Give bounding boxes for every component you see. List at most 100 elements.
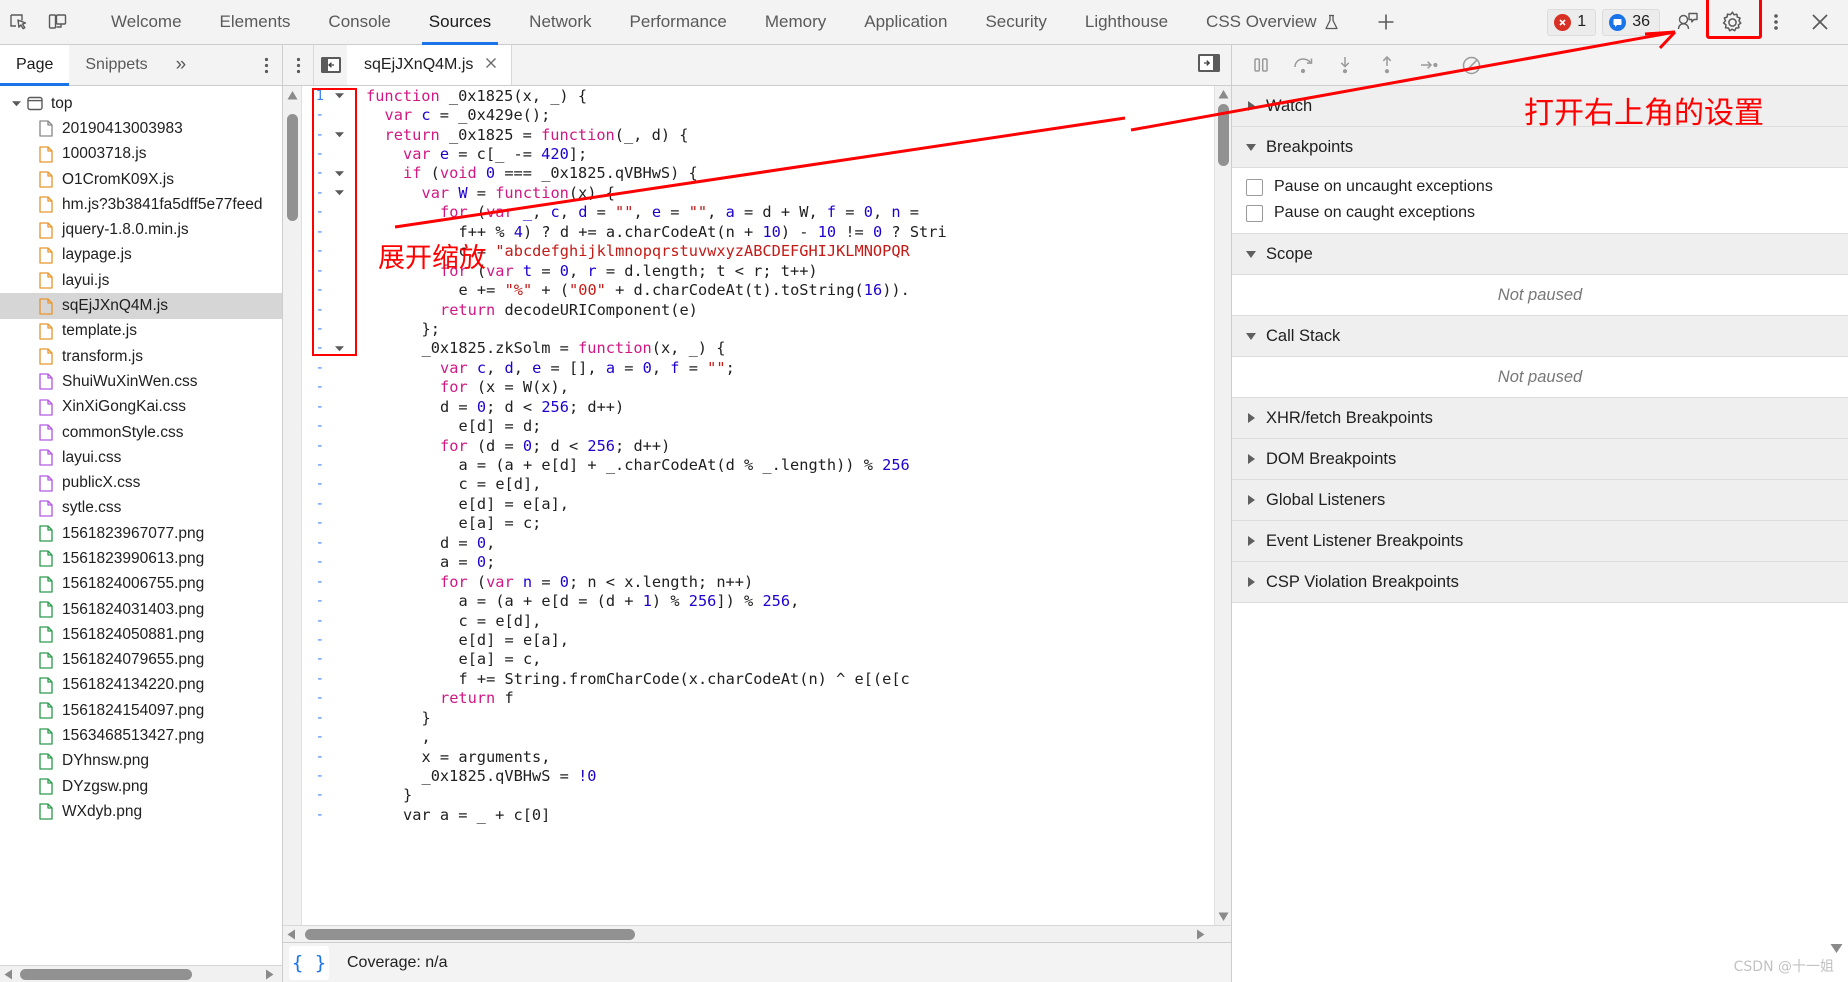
pause-uncaught-checkbox[interactable]	[1246, 178, 1263, 196]
editor-options-kebab-icon[interactable]	[283, 45, 313, 85]
section-breakpoints[interactable]: Breakpoints	[1232, 127, 1848, 168]
editor-vertical-scrollbar[interactable]	[1214, 86, 1231, 925]
tab-console[interactable]: Console	[309, 0, 409, 45]
line-number[interactable]: -	[302, 574, 328, 590]
step-out-icon[interactable]	[1372, 50, 1402, 80]
tree-file-row[interactable]: XinXiGongKai.css	[0, 395, 282, 420]
code-line[interactable]: - return f	[302, 689, 1231, 708]
line-number[interactable]: -	[302, 496, 328, 512]
tree-file-row[interactable]: O1CromK09X.js	[0, 167, 282, 192]
pause-caught-checkbox[interactable]	[1246, 204, 1263, 222]
fold-triangle-icon[interactable]	[328, 187, 350, 198]
code-line[interactable]: -}	[302, 786, 1231, 805]
code-line[interactable]: - var c = _0x429e();	[302, 105, 1231, 124]
line-number[interactable]: -	[302, 224, 328, 240]
line-number[interactable]: -	[302, 807, 328, 823]
settings-gear-icon[interactable]	[1712, 2, 1752, 42]
line-number[interactable]: -	[302, 613, 328, 629]
tree-file-row[interactable]: 20190413003983	[0, 116, 282, 141]
step-over-icon[interactable]	[1288, 50, 1318, 80]
tab-application[interactable]: Application	[845, 0, 966, 45]
show-navigator-icon[interactable]	[313, 45, 347, 85]
code-line[interactable]: - for (var _, c, d = "", e = "", a = d + …	[302, 203, 1231, 222]
line-number[interactable]: -	[302, 710, 328, 726]
line-number[interactable]: -	[302, 768, 328, 784]
console-sidebar-icon[interactable]	[1668, 2, 1708, 42]
tree-file-row[interactable]: 1563468513427.png	[0, 723, 282, 748]
file-tree[interactable]: top 20190413003983 10003718.js O1CromK09X.…	[0, 86, 282, 965]
more-options-kebab-icon[interactable]	[1756, 2, 1796, 42]
code-line[interactable]: - e += "%" + ("00" + d.charCodeAt(t).toSt…	[302, 280, 1231, 299]
code-editor[interactable]: 1 function _0x1825(x, _) {- var c = _0x429…	[283, 86, 1231, 942]
tab-css-overview[interactable]: CSS Overview	[1187, 0, 1358, 45]
line-number[interactable]: -	[302, 476, 328, 492]
tree-file-row[interactable]: 10003718.js	[0, 142, 282, 167]
code-line[interactable]: - e[a] = c,	[302, 650, 1231, 669]
step-into-icon[interactable]	[1330, 50, 1360, 80]
tree-file-row[interactable]: laypage.js	[0, 243, 282, 268]
section-xhr-fetch-breakpoints[interactable]: XHR/fetch Breakpoints	[1232, 398, 1848, 439]
pause-caught-row[interactable]: Pause on caught exceptions	[1232, 200, 1848, 226]
line-number[interactable]: -	[302, 127, 328, 143]
tree-file-row[interactable]: layui.js	[0, 268, 282, 293]
tree-file-row[interactable]: transform.js	[0, 344, 282, 369]
code-line[interactable]: - e[a] = c;	[302, 514, 1231, 533]
tree-file-row[interactable]: 1561823990613.png	[0, 546, 282, 571]
code-line[interactable]: - var e = c[_ -= 420];	[302, 144, 1231, 163]
code-scroll-thumb[interactable]	[1218, 104, 1229, 166]
inspect-element-icon[interactable]	[0, 4, 38, 40]
line-number[interactable]: -	[302, 651, 328, 667]
line-number[interactable]: -	[302, 690, 328, 706]
code-line[interactable]: - var W = function(x) {	[302, 183, 1231, 202]
fold-triangle-icon[interactable]	[328, 90, 350, 101]
line-number[interactable]: -	[302, 418, 328, 434]
code-line[interactable]: - e[d] = e[a],	[302, 630, 1231, 649]
popout-editor-icon[interactable]	[1197, 53, 1221, 78]
line-number[interactable]: -	[302, 593, 328, 609]
tree-file-row[interactable]: sqEjJXnQ4M.js	[0, 293, 282, 319]
tab-lighthouse[interactable]: Lighthouse	[1066, 0, 1187, 45]
code-scroll-right-icon[interactable]	[1192, 928, 1209, 941]
tree-file-row[interactable]: DYzgsw.png	[0, 774, 282, 799]
tree-file-row[interactable]: layui.css	[0, 445, 282, 470]
deactivate-breakpoints-icon[interactable]	[1456, 50, 1486, 80]
code-line[interactable]: - if (void 0 === _0x1825.qVBHwS) {	[302, 164, 1231, 183]
code-scroll-down-icon[interactable]	[1215, 908, 1231, 925]
fold-triangle-icon[interactable]	[328, 129, 350, 140]
pause-script-execution-icon[interactable]	[1246, 50, 1276, 80]
code-line[interactable]: - var c, d, e = [], a = 0, f = "";	[302, 358, 1231, 377]
tree-file-row[interactable]: ShuiWuXinWen.css	[0, 369, 282, 394]
line-number[interactable]: -	[302, 671, 328, 687]
code-line[interactable]: - d = 0,	[302, 533, 1231, 552]
code-line[interactable]: - a = (a + e[d = (d + 1) % 256]) % 256,	[302, 591, 1231, 610]
tree-root-top[interactable]: top	[0, 91, 282, 116]
code-line[interactable]: - return _0x1825 = function(_, d) {	[302, 125, 1231, 144]
line-number[interactable]: -	[302, 515, 328, 531]
line-number[interactable]: -	[302, 282, 328, 298]
section-scope[interactable]: Scope	[1232, 234, 1848, 275]
tree-file-row[interactable]: template.js	[0, 319, 282, 344]
code-line[interactable]: - _0x1825.zkSolm = function(x, _) {	[302, 339, 1231, 358]
error-count-chip[interactable]: 1	[1547, 8, 1597, 36]
tree-file-row[interactable]: 1561824134220.png	[0, 673, 282, 698]
tree-file-row[interactable]: jquery-1.8.0.min.js	[0, 217, 282, 242]
code-line[interactable]: - _0x1825.qVBHwS = !0	[302, 766, 1231, 785]
code-line[interactable]: - for (x = W(x),	[302, 378, 1231, 397]
section-event-listener-breakpoints[interactable]: Event Listener Breakpoints	[1232, 521, 1848, 562]
line-number[interactable]: -	[302, 379, 328, 395]
tree-file-row[interactable]: sytle.css	[0, 496, 282, 521]
tree-file-row[interactable]: WXdyb.png	[0, 799, 282, 824]
close-devtools-icon[interactable]	[1800, 2, 1840, 42]
fold-triangle-icon[interactable]	[328, 168, 350, 179]
code-line[interactable]: - for (d = 0; d < 256; d++)	[302, 436, 1231, 455]
navigator-more-tabs-icon[interactable]: »	[164, 45, 199, 85]
code-line[interactable]: - var a = _ + c[0]	[302, 805, 1231, 824]
section-call-stack[interactable]: Call Stack	[1232, 316, 1848, 357]
tab-welcome[interactable]: Welcome	[92, 0, 201, 45]
code-line[interactable]: 1 function _0x1825(x, _) {	[302, 86, 1231, 105]
tree-file-row[interactable]: 1561824006755.png	[0, 572, 282, 597]
line-number[interactable]: -	[302, 399, 328, 415]
navigator-horizontal-scrollbar[interactable]	[0, 965, 282, 982]
tab-memory[interactable]: Memory	[746, 0, 845, 45]
section-csp-violation-breakpoints[interactable]: CSP Violation Breakpoints	[1232, 562, 1848, 603]
